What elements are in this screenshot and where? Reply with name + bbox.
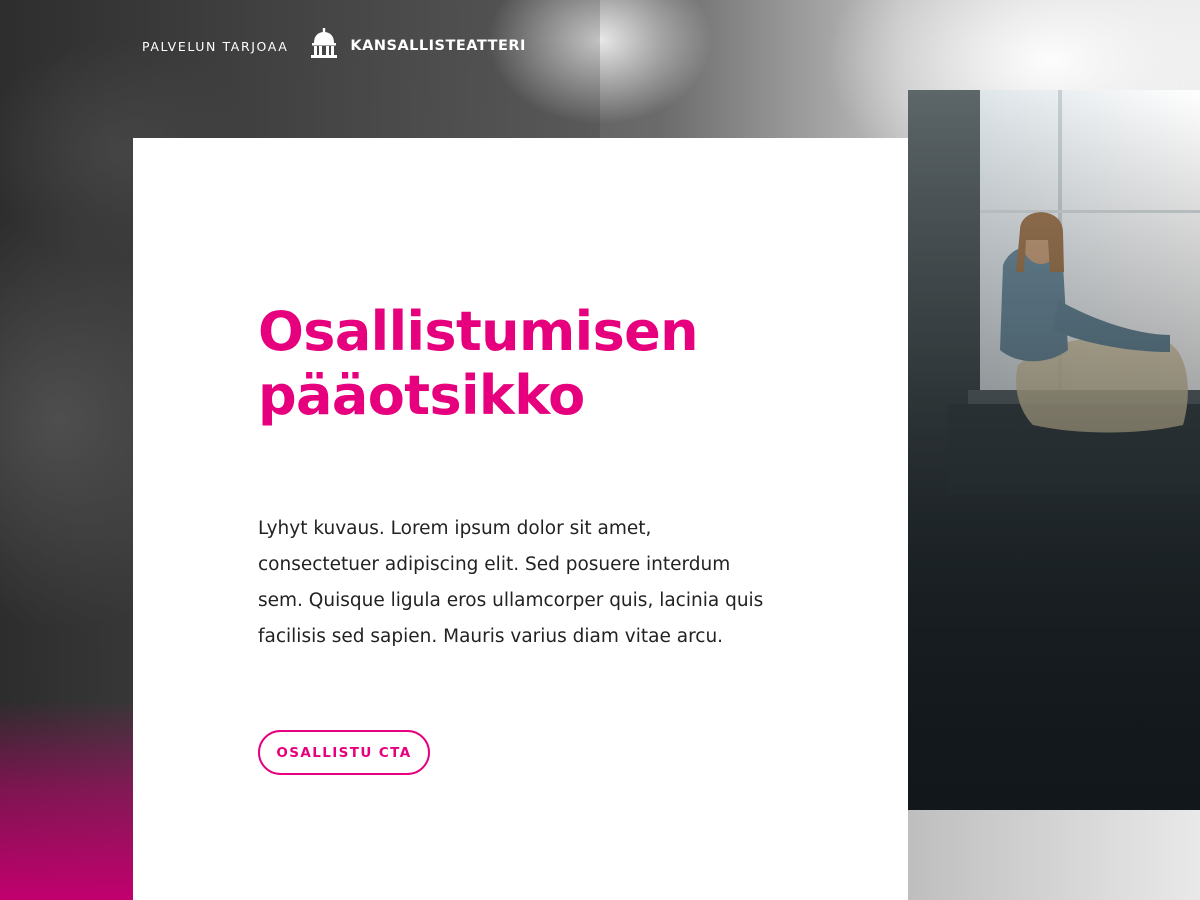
- site-header: PALVELUN TARJOAA KANSALLISTEATTERI: [142, 26, 526, 66]
- accent-gradient-strip: [0, 700, 140, 900]
- logo-wordmark: KANSALLISTEATTERI: [350, 38, 526, 54]
- kansallisteatteri-logo[interactable]: KANSALLISTEATTERI: [306, 26, 526, 66]
- service-provider-label: PALVELUN TARJOAA: [142, 38, 289, 54]
- hero-photo: [908, 90, 1200, 810]
- theatre-building-icon: [306, 26, 342, 66]
- participation-card: Osallistumisen pääotsikko Lyhyt kuvaus. …: [133, 138, 908, 900]
- short-description: Lyhyt kuvaus. Lorem ipsum dolor sit amet…: [258, 518, 764, 647]
- participate-cta-button[interactable]: OSALLISTU CTA: [258, 730, 430, 775]
- page-title: Osallistumisen pääotsikko: [258, 300, 699, 427]
